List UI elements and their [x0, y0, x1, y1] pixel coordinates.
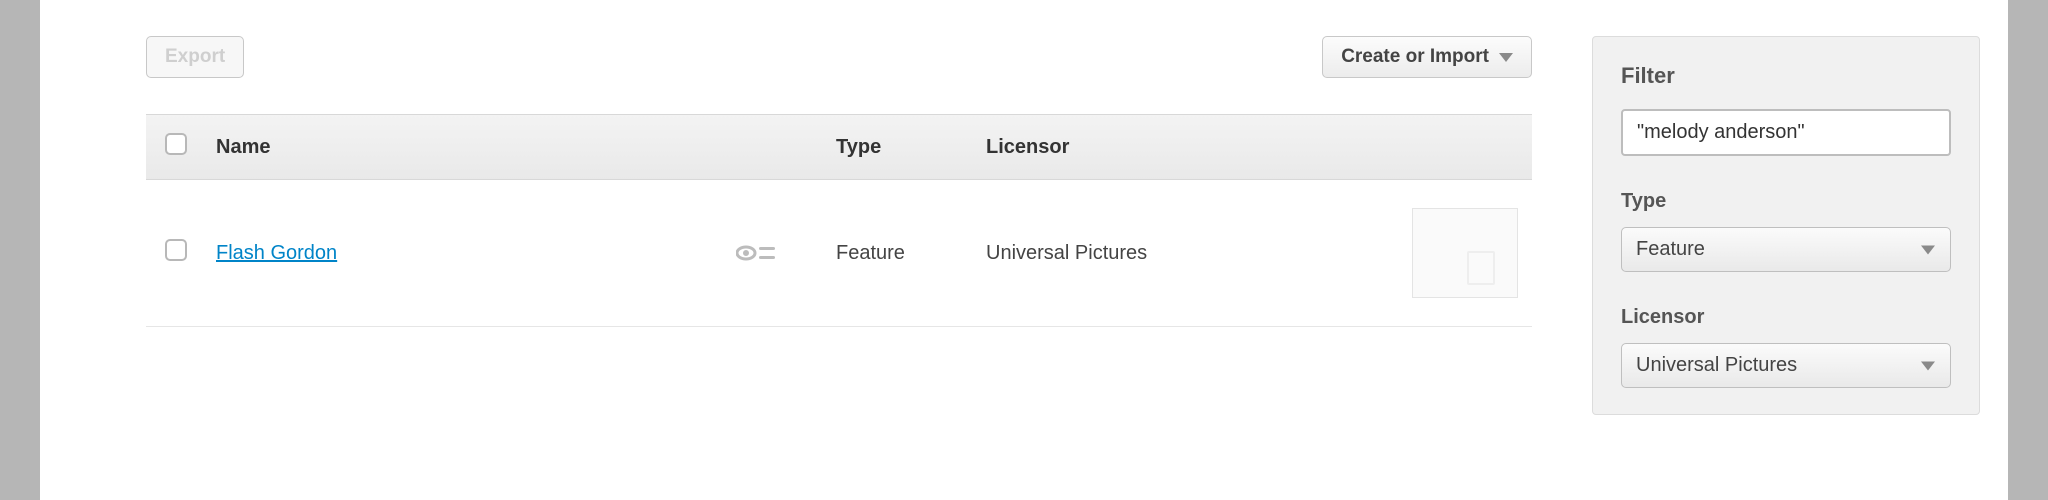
row-thumbnail-cell: [1398, 180, 1532, 327]
select-all-header: [146, 115, 202, 180]
visibility-icon: [736, 243, 778, 263]
filter-search-input[interactable]: [1621, 109, 1951, 156]
table-row: Flash Gordon Feature: [146, 180, 1532, 327]
sidebar-column: Filter Type Feature Licensor Universal P…: [1592, 36, 2008, 500]
filter-type-select[interactable]: Feature: [1621, 227, 1951, 272]
filter-licensor-select-wrap: Universal Pictures: [1621, 343, 1951, 388]
main-column: Export Create or Import Name Type Licens…: [40, 36, 1592, 500]
thumbnail-placeholder-icon: [1412, 208, 1518, 298]
column-header-type[interactable]: Type: [822, 115, 972, 180]
filter-title: Filter: [1621, 63, 1951, 89]
row-licensor-cell: Universal Pictures: [972, 180, 1398, 327]
create-or-import-label: Create or Import: [1341, 46, 1489, 68]
app-frame: Export Create or Import Name Type Licens…: [40, 0, 2008, 500]
filter-licensor-value: Universal Pictures: [1636, 354, 1797, 376]
items-table: Name Type Licensor Flash Gordon: [146, 114, 1532, 327]
filter-type-value: Feature: [1636, 238, 1705, 260]
row-name-cell: Flash Gordon: [202, 180, 822, 327]
row-checkbox[interactable]: [165, 239, 187, 261]
column-header-licensor[interactable]: Licensor: [972, 115, 1532, 180]
export-button-label: Export: [165, 46, 225, 68]
create-or-import-button[interactable]: Create or Import: [1322, 36, 1532, 78]
toolbar: Export Create or Import: [146, 36, 1532, 78]
filter-panel: Filter Type Feature Licensor Universal P…: [1592, 36, 1980, 415]
chevron-down-icon: [1499, 53, 1513, 62]
item-title-link[interactable]: Flash Gordon: [216, 242, 337, 265]
select-all-checkbox[interactable]: [165, 133, 187, 155]
filter-type-label: Type: [1621, 190, 1951, 213]
table-header-row: Name Type Licensor: [146, 115, 1532, 180]
filter-type-select-wrap: Feature: [1621, 227, 1951, 272]
row-type-cell: Feature: [822, 180, 972, 327]
column-header-name[interactable]: Name: [202, 115, 822, 180]
export-button[interactable]: Export: [146, 36, 244, 78]
filter-licensor-select[interactable]: Universal Pictures: [1621, 343, 1951, 388]
row-select-cell: [146, 180, 202, 327]
filter-licensor-label: Licensor: [1621, 306, 1951, 329]
